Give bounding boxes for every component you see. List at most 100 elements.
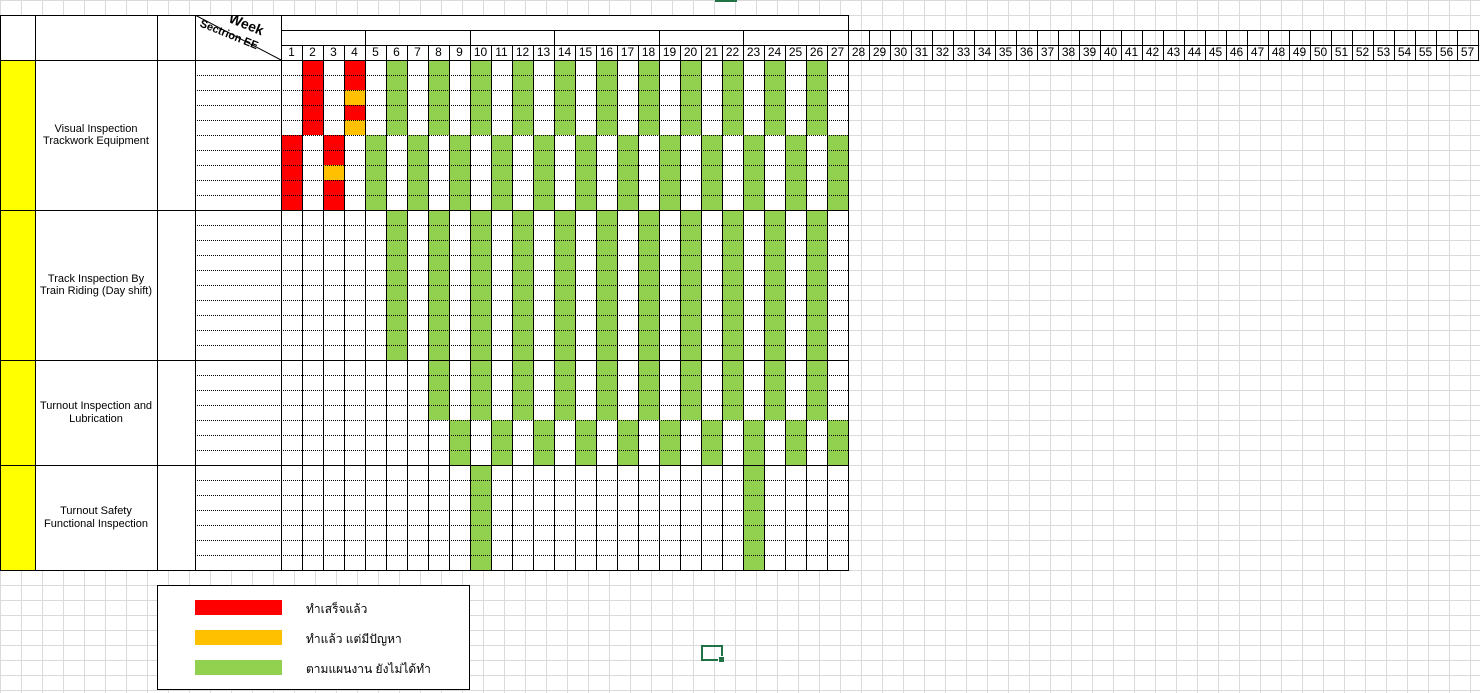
selected-cell[interactable] xyxy=(701,645,725,663)
week-27: 27 xyxy=(830,44,845,59)
header-week-section: Week Sectrion EE xyxy=(195,15,281,60)
grid-line xyxy=(365,30,366,46)
schedule-mark-planned xyxy=(596,60,617,135)
grid-line xyxy=(575,45,576,571)
schedule-mark-done xyxy=(302,60,323,135)
grid-line xyxy=(533,45,534,571)
week-29: 29 xyxy=(872,44,887,59)
grid-line xyxy=(195,135,848,136)
week-33: 33 xyxy=(956,44,971,59)
legend-box: ทำเสร็จแล้ว ทำแล้ว แต่มีปัญหา ตามแผนงาน … xyxy=(157,585,470,690)
schedule-mark-planned xyxy=(722,60,743,135)
grid-line xyxy=(785,45,786,571)
section-label xyxy=(195,360,281,375)
schedule-mark-planned xyxy=(575,135,596,210)
header-year xyxy=(281,15,848,30)
task-description: Visual Inspection Trackwork Equipment xyxy=(35,60,157,210)
task-frequency xyxy=(157,210,195,360)
grid-line xyxy=(195,105,848,106)
week-17: 17 xyxy=(620,44,635,59)
week-12: 12 xyxy=(515,44,530,59)
header-description xyxy=(35,15,157,60)
week-40: 40 xyxy=(1103,44,1118,59)
section-label xyxy=(195,195,281,210)
week-36: 36 xyxy=(1019,44,1034,59)
grid-line xyxy=(428,45,429,571)
week-46: 46 xyxy=(1229,44,1244,59)
grid-line xyxy=(722,45,723,571)
grid-line xyxy=(659,30,660,46)
schedule-mark-planned xyxy=(764,60,785,135)
grid-line xyxy=(195,285,848,286)
grid-line xyxy=(323,45,324,571)
task-frequency xyxy=(157,60,195,210)
week-11: 11 xyxy=(495,44,508,59)
schedule-mark-planned xyxy=(827,420,848,465)
grid-line xyxy=(281,45,282,571)
week-14: 14 xyxy=(557,44,572,59)
week-50: 50 xyxy=(1313,44,1328,59)
schedule-mark-planned xyxy=(659,420,680,465)
section-label xyxy=(195,345,281,360)
month-january xyxy=(281,30,365,45)
week-15: 15 xyxy=(578,44,593,59)
month-august xyxy=(953,30,1058,45)
schedule-mark-planned xyxy=(743,135,764,210)
grid-line xyxy=(195,120,848,121)
grid-line xyxy=(470,45,471,571)
week-56: 56 xyxy=(1439,44,1454,59)
task-description-line: Turnout Safety xyxy=(60,505,132,518)
week-31: 31 xyxy=(914,44,929,59)
schedule-mark-issue xyxy=(344,90,365,105)
grid-line xyxy=(470,30,471,46)
week-41: 41 xyxy=(1124,44,1139,59)
grid-line xyxy=(195,480,848,481)
grid-line xyxy=(0,570,848,571)
week-45: 45 xyxy=(1208,44,1223,59)
section-label xyxy=(195,165,281,180)
grid-line xyxy=(281,30,282,46)
grid-line xyxy=(407,45,408,571)
week-3: 3 xyxy=(330,44,337,59)
week-54: 54 xyxy=(1397,44,1412,59)
week-38: 38 xyxy=(1061,44,1076,59)
grid-line xyxy=(659,45,660,571)
week-10: 10 xyxy=(473,44,488,59)
task-number xyxy=(0,60,35,210)
schedule-mark-done xyxy=(281,135,302,210)
grid-line xyxy=(195,330,848,331)
section-label xyxy=(195,390,281,405)
grid-line xyxy=(0,210,848,211)
grid-line xyxy=(449,45,450,571)
grid-line xyxy=(0,15,1,571)
month-july xyxy=(848,30,953,45)
grid-line xyxy=(743,30,744,46)
week-52: 52 xyxy=(1355,44,1370,59)
week-30: 30 xyxy=(893,44,908,59)
grid-line xyxy=(195,540,848,541)
month-november xyxy=(1268,30,1373,45)
header-no xyxy=(0,15,35,60)
grid-line xyxy=(157,15,158,571)
week-34: 34 xyxy=(977,44,992,59)
grid-line xyxy=(195,240,848,241)
grid-line xyxy=(1478,30,1479,61)
schedule-mark-planned xyxy=(365,135,386,210)
grid-line xyxy=(195,510,848,511)
grid-line xyxy=(302,45,303,571)
grid-line xyxy=(386,45,387,571)
task-number xyxy=(0,465,35,570)
week-2: 2 xyxy=(309,44,316,59)
week-57: 57 xyxy=(1460,44,1475,59)
schedule-mark-planned xyxy=(428,60,449,135)
week-4: 4 xyxy=(351,44,358,59)
schedule-mark-planned xyxy=(386,60,407,135)
grid-line xyxy=(848,15,849,571)
section-label xyxy=(195,240,281,255)
section-label xyxy=(195,75,281,90)
section-label xyxy=(195,450,281,465)
week-49: 49 xyxy=(1292,44,1307,59)
week-18: 18 xyxy=(641,44,656,59)
month-april xyxy=(554,30,659,45)
grid-line xyxy=(680,45,681,571)
